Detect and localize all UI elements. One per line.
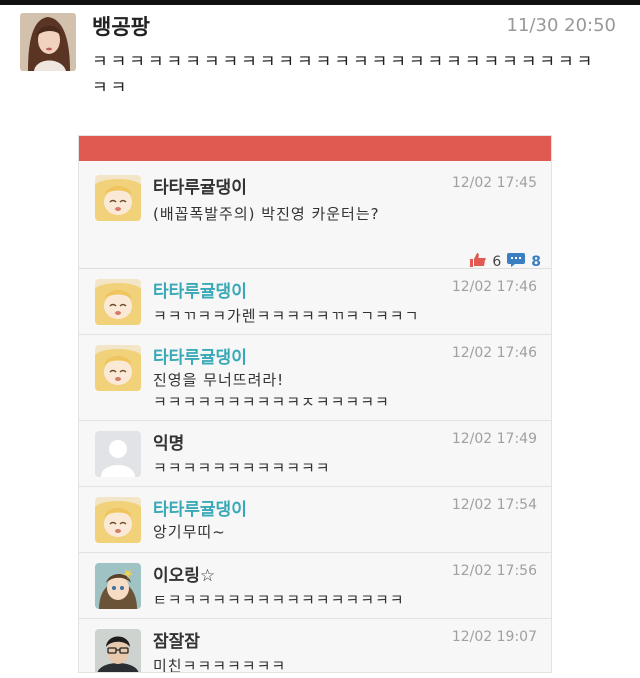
comment-author[interactable]: 이오링☆ xyxy=(153,561,215,586)
comment-row: 타타루귤댕이 12/02 17:46 ㅋㅋㄲㅋㅋ가렌ㅋㅋㅋㅋㅋㄲㅋㄱㅋㅋㄱ xyxy=(79,269,551,335)
avatar[interactable] xyxy=(20,13,76,71)
comment-row: 타타루귤댕이 12/02 17:54 앙기무띠~ xyxy=(79,487,551,553)
avatar[interactable] xyxy=(95,563,141,609)
comment-row: 이오링☆ 12/02 17:56 ㅌㅋㅋㅋㅋㅋㅋㅋㅋㅋㅋㅋㅋㅋㅋㅋㅋ xyxy=(79,553,551,619)
comment-text: 앙기무띠~ xyxy=(153,523,226,541)
comment-time: 12/02 17:49 xyxy=(451,431,537,447)
comment-time: 12/02 19:07 xyxy=(451,629,537,645)
comment-text: (배꼽폭발주의) 박진영 카운터는? xyxy=(153,205,380,223)
like-count: 6 xyxy=(492,254,502,270)
comment-thread-card: 타타루귤댕이 12/02 17:45 (배꼽폭발주의) 박진영 카운터는? 6 … xyxy=(78,135,552,673)
post-timestamp: 11/30 20:50 xyxy=(506,15,616,36)
comment-time: 12/02 17:46 xyxy=(451,345,537,361)
comment-text: 진영을 무너뜨려라! xyxy=(153,371,285,389)
avatar[interactable] xyxy=(95,431,141,477)
comment-count: 8 xyxy=(531,254,541,270)
avatar[interactable] xyxy=(95,345,141,391)
comment-time: 12/02 17:45 xyxy=(451,175,537,191)
post-text: ㅋㅋㅋㅋㅋㅋㅋㅋㅋㅋㅋㅋㅋㅋㅋㅋㅋㅋㅋㅋㅋㅋㅋㅋㅋㅋㅋㅋㅋ xyxy=(92,52,596,98)
comment-row: 익명 12/02 17:49 ㅋㅋㅋㅋㅋㅋㅋㅋㅋㅋㅋㅋ xyxy=(79,421,551,487)
comment-author[interactable]: 타타루귤댕이 xyxy=(153,173,247,198)
post-author[interactable]: 뱅공팡 xyxy=(92,11,150,41)
comment-time: 12/02 17:46 xyxy=(451,279,537,295)
comment-text: ㅌㅋㅋㅋㅋㅋㅋㅋㅋㅋㅋㅋㅋㅋㅋㅋㅋ xyxy=(153,591,405,609)
card-header-bar xyxy=(79,136,551,161)
comment-author[interactable]: 타타루귤댕이 xyxy=(153,495,247,520)
avatar[interactable] xyxy=(95,279,141,325)
comment-time: 12/02 17:56 xyxy=(451,563,537,579)
comment-author[interactable]: 타타루귤댕이 xyxy=(153,343,247,368)
main-comment: 타타루귤댕이 12/02 17:45 (배꼽폭발주의) 박진영 카운터는? 6 … xyxy=(79,161,551,270)
comment-text: ㅋㅋㄲㅋㅋ가렌ㅋㅋㅋㅋㅋㄲㅋㄱㅋㅋㄱ xyxy=(153,307,420,325)
post: 뱅공팡 11/30 20:50 ㅋㅋㅋㅋㅋㅋㅋㅋㅋㅋㅋㅋㅋㅋㅋㅋㅋㅋㅋㅋㅋㅋㅋㅋ… xyxy=(0,5,640,125)
avatar[interactable] xyxy=(95,497,141,543)
comment-text-line-2: ㅋㅋㅋㅋㅋㅋㅋㅋㅋㅋㅈㅋㅋㅋㅋㅋ xyxy=(153,393,390,411)
comment-time: 12/02 17:54 xyxy=(451,497,537,513)
comment-row: 잠잘잠 12/02 19:07 미친ㅋㅋㅋㅋㅋㅋㅋ xyxy=(79,619,551,673)
comment-author[interactable]: 잠잘잠 xyxy=(153,627,200,652)
comment-text: ㅋㅋㅋㅋㅋㅋㅋㅋㅋㅋㅋㅋ xyxy=(153,459,331,477)
comment-text: 미친ㅋㅋㅋㅋㅋㅋㅋ xyxy=(153,657,287,673)
comment-author[interactable]: 타타루귤댕이 xyxy=(153,277,247,302)
avatar[interactable] xyxy=(95,629,141,672)
comment-row: 타타루귤댕이 12/02 17:46 진영을 무너뜨려라! ㅋㅋㅋㅋㅋㅋㅋㅋㅋㅋ… xyxy=(79,335,551,421)
avatar[interactable] xyxy=(95,175,141,221)
comment-author[interactable]: 익명 xyxy=(153,429,184,454)
